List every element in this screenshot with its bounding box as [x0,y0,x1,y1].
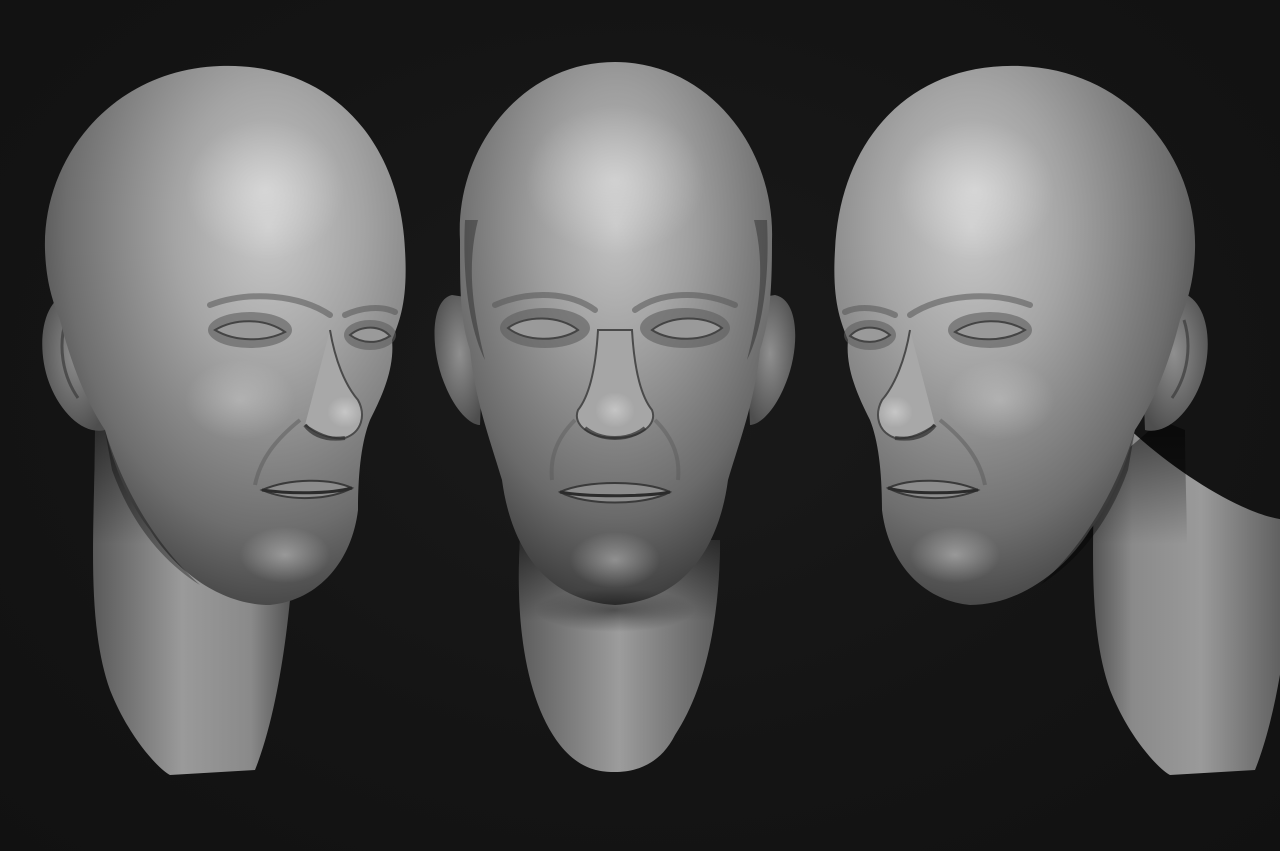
head-three-quarter-right [834,65,1280,775]
sculpt-render [42,62,1280,775]
head-front [434,62,796,772]
head-three-quarter-left [42,65,406,775]
render-viewport [0,0,1280,851]
